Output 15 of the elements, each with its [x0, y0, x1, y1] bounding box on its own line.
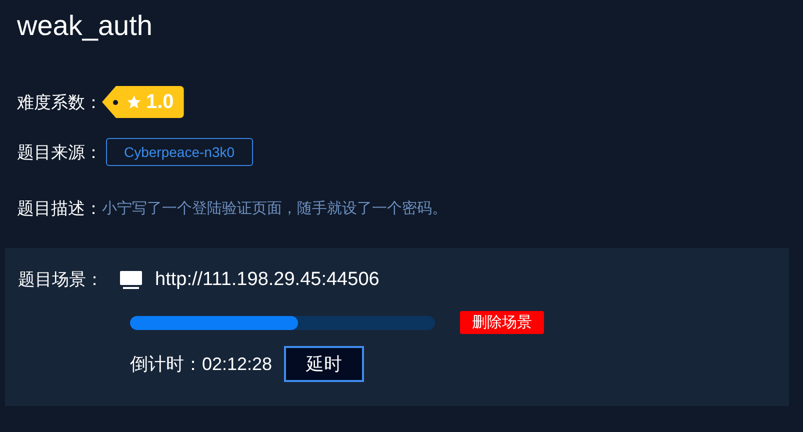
description-text: 小宁写了一个登陆验证页面，随手就设了一个密码。 [102, 198, 447, 218]
extend-button[interactable]: 延时 [284, 346, 364, 382]
field-label: 题目来源： [17, 142, 102, 164]
star-icon [126, 94, 142, 110]
countdown-label: 倒计时： [130, 353, 202, 376]
delete-scene-button[interactable]: 删除场景 [460, 311, 544, 334]
scene-url: http://111.198.29.45:44506 [155, 268, 380, 290]
source-tag: Cyberpeace-n3k0 [106, 138, 253, 166]
monitor-icon [119, 270, 143, 290]
difficulty-value: 1.0 [146, 90, 174, 114]
page-title: weak_auth [17, 9, 154, 43]
field-label: 题目场景： [18, 269, 103, 291]
countdown-time: 02:12:28 [202, 354, 272, 374]
field-label: 难度系数： [17, 92, 102, 114]
field-label: 题目描述： [17, 198, 102, 220]
